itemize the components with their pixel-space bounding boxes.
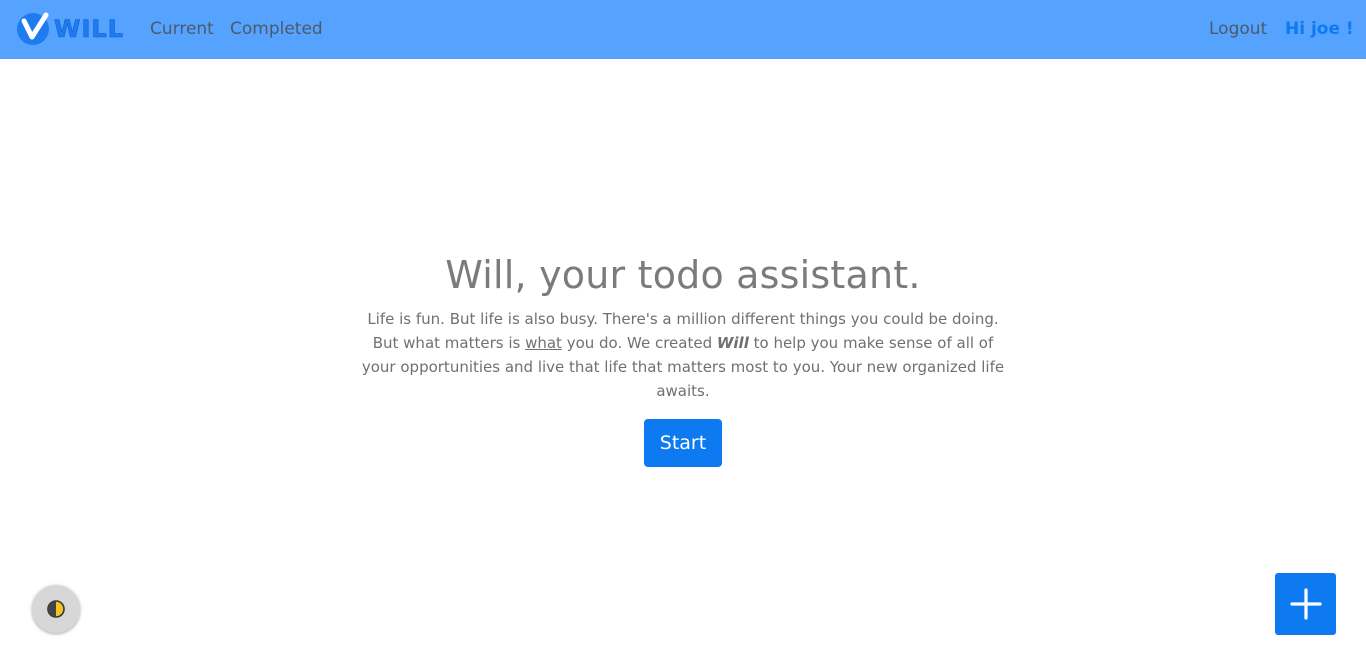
nav-current[interactable]: Current: [150, 18, 214, 40]
logout-link[interactable]: Logout: [1209, 18, 1267, 40]
nav-completed[interactable]: Completed: [230, 18, 323, 40]
half-moon-icon: [47, 600, 65, 618]
brand-logo[interactable]: WILL: [16, 11, 124, 47]
add-todo-button[interactable]: [1275, 573, 1336, 635]
brand-wordmark: WILL: [54, 15, 124, 43]
start-button[interactable]: Start: [643, 419, 723, 467]
plus-icon: [1289, 588, 1322, 620]
top-navbar: WILL Current Completed Logout Hi joe !: [0, 0, 1366, 59]
hero-text-underlined: what: [525, 334, 562, 352]
theme-toggle-button[interactable]: [32, 585, 80, 633]
hero-title: Will, your todo assistant.: [445, 253, 921, 297]
checkmark-logo-icon: [17, 12, 49, 45]
hero-description: Life is fun. But life is also busy. Ther…: [358, 307, 1008, 403]
hero-text-emphasis: Will: [716, 334, 749, 352]
hero-section: Will, your todo assistant. Life is fun. …: [0, 250, 1366, 467]
hero-text-part-2: you do. We created: [561, 334, 717, 352]
user-greeting[interactable]: Hi joe !: [1285, 18, 1354, 40]
